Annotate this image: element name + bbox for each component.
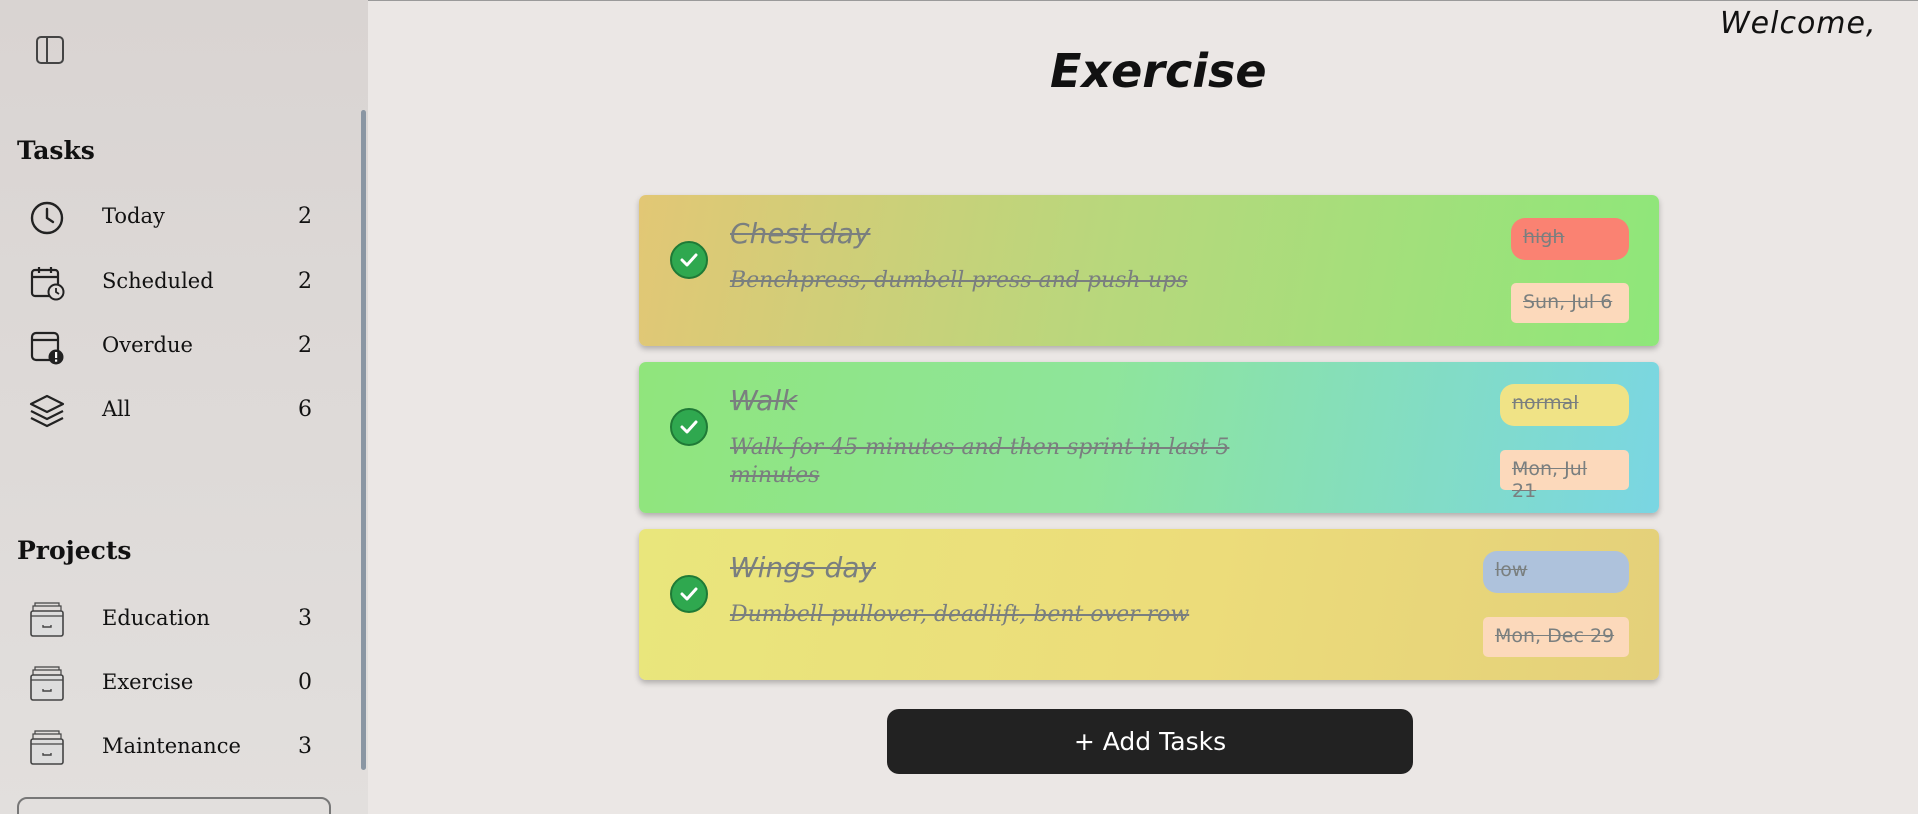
sidebar-item-education[interactable]: Education 3 <box>0 590 340 646</box>
completed-checkbox[interactable] <box>670 408 708 446</box>
sidebar-scrollbar[interactable] <box>361 110 366 770</box>
page-title: Exercise <box>1050 44 1267 98</box>
sidebar-item-label: Exercise <box>102 670 194 694</box>
task-card[interactable]: Walk Walk for 45 minutes and then sprint… <box>639 362 1659 513</box>
sidebar-item-today[interactable]: Today 2 <box>0 188 340 244</box>
task-title: Chest day <box>730 217 871 250</box>
sidebar-item-label: Education <box>102 606 210 630</box>
task-title: Walk <box>730 384 798 417</box>
date-badge: Sun, Jul 6 <box>1511 283 1629 323</box>
calendar-clock-icon <box>30 267 65 301</box>
drawer-icon <box>30 666 64 701</box>
task-description: Benchpress, dumbell press and push-ups <box>730 268 1188 293</box>
task-card[interactable]: Chest day Benchpress, dumbell press and … <box>639 195 1659 346</box>
tasks-section-title: Tasks <box>17 136 95 165</box>
sidebar-item-maintenance[interactable]: Maintenance 3 <box>0 718 340 774</box>
date-badge: Mon, Jul 21 <box>1500 450 1629 502</box>
sidebar-item-label: Overdue <box>102 333 193 357</box>
drawer-icon <box>30 602 64 637</box>
clock-icon <box>30 201 64 235</box>
sidebar-item-label: Today <box>102 204 165 228</box>
sidebar-item-all[interactable]: All 6 <box>0 381 340 437</box>
completed-checkbox[interactable] <box>670 575 708 613</box>
sidebar-item-overdue[interactable]: Overdue 2 <box>0 317 340 373</box>
task-description: Walk for 45 minutes and then sprint in l… <box>730 435 1230 488</box>
sidebar-item-count: 2 <box>298 203 312 229</box>
completed-checkbox[interactable] <box>670 241 708 279</box>
priority-badge: low <box>1483 551 1629 593</box>
calendar-alert-icon <box>30 331 64 365</box>
sidebar-item-label: All <box>102 397 131 421</box>
projects-section-title: Projects <box>17 536 132 565</box>
drawer-icon <box>30 730 64 765</box>
sidebar-bottom-button[interactable] <box>17 797 331 814</box>
priority-badge: high <box>1511 218 1629 260</box>
sidebar-item-exercise[interactable]: Exercise 0 <box>0 654 340 710</box>
check-icon <box>680 420 698 434</box>
task-card[interactable]: Wings day Dumbell pullover, deadlift, be… <box>639 529 1659 680</box>
sidebar-item-label: Maintenance <box>102 734 241 758</box>
sidebar-item-count: 3 <box>298 605 312 631</box>
task-description: Dumbell pullover, deadlift, bent over ro… <box>730 602 1190 627</box>
sidebar: Tasks Today 2 Scheduled 2 Overdue 2 All … <box>0 0 368 814</box>
sidebar-item-count: 3 <box>298 733 312 759</box>
sidebar-item-count: 6 <box>298 396 312 422</box>
priority-badge: normal <box>1500 384 1629 426</box>
sidebar-item-count: 2 <box>298 268 312 294</box>
layers-icon <box>29 394 65 428</box>
check-icon <box>680 587 698 601</box>
sidebar-item-count: 0 <box>298 669 312 695</box>
task-title: Wings day <box>730 551 876 584</box>
check-icon <box>680 253 698 267</box>
sidebar-item-scheduled[interactable]: Scheduled 2 <box>0 253 340 309</box>
sidebar-toggle-icon[interactable] <box>36 36 64 64</box>
date-badge: Mon, Dec 29 <box>1483 617 1629 657</box>
sidebar-item-count: 2 <box>298 332 312 358</box>
sidebar-item-label: Scheduled <box>102 269 214 293</box>
add-tasks-button[interactable]: + Add Tasks <box>887 709 1413 774</box>
welcome-text: Welcome, <box>1720 6 1877 41</box>
